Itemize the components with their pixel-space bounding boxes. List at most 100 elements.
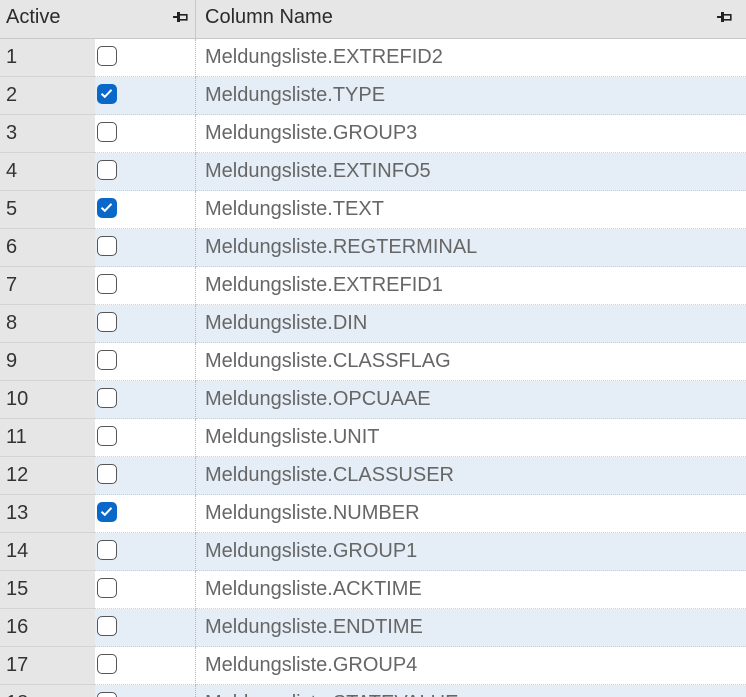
table-row[interactable]: 6 Meldungsliste.REGTERMINAL xyxy=(0,229,746,267)
column-name-cell[interactable]: Meldungsliste.GROUP4 xyxy=(196,647,746,685)
column-name-cell[interactable]: Meldungsliste.GROUP1 xyxy=(196,533,746,571)
checkmark-icon xyxy=(100,203,113,213)
table-row[interactable]: 11 Meldungsliste.UNIT xyxy=(0,419,746,457)
active-cell[interactable] xyxy=(95,457,196,495)
row-number: 5 xyxy=(0,191,95,229)
active-cell[interactable] xyxy=(95,343,196,381)
column-name-cell[interactable]: Meldungsliste.NUMBER xyxy=(196,495,746,533)
table-row[interactable]: 3 Meldungsliste.GROUP3 xyxy=(0,115,746,153)
row-number: 12 xyxy=(0,457,95,495)
active-cell[interactable] xyxy=(95,419,196,457)
active-cell[interactable] xyxy=(95,647,196,685)
active-checkbox[interactable] xyxy=(97,198,117,218)
header-column-name[interactable]: Column Name xyxy=(196,0,746,38)
header-active-label: Active xyxy=(6,6,61,28)
header-column-name-label: Column Name xyxy=(205,6,333,28)
column-name-cell[interactable]: Meldungsliste.TEXT xyxy=(196,191,746,229)
checkmark-icon xyxy=(100,507,113,517)
active-cell[interactable] xyxy=(95,571,196,609)
active-cell[interactable] xyxy=(95,685,196,697)
active-cell[interactable] xyxy=(95,77,196,115)
column-name-cell[interactable]: Meldungsliste.ENDTIME xyxy=(196,609,746,647)
header-active[interactable]: Active xyxy=(0,0,196,38)
row-number: 9 xyxy=(0,343,95,381)
active-checkbox[interactable] xyxy=(97,540,117,560)
column-name-cell[interactable]: Meldungsliste.CLASSUSER xyxy=(196,457,746,495)
active-checkbox[interactable] xyxy=(97,464,117,484)
row-number: 1 xyxy=(0,39,95,77)
column-name-cell[interactable]: Meldungsliste.UNIT xyxy=(196,419,746,457)
row-number: 8 xyxy=(0,305,95,343)
column-name-cell[interactable]: Meldungsliste.DIN xyxy=(196,305,746,343)
active-cell[interactable] xyxy=(95,381,196,419)
table-row[interactable]: 10 Meldungsliste.OPCUAAE xyxy=(0,381,746,419)
column-name-cell[interactable]: Meldungsliste.STATEVALUE xyxy=(196,685,746,697)
active-checkbox[interactable] xyxy=(97,46,117,66)
grid-header: Active Column Name xyxy=(0,0,746,39)
row-number: 2 xyxy=(0,77,95,115)
active-cell[interactable] xyxy=(95,153,196,191)
active-checkbox[interactable] xyxy=(97,692,117,697)
row-number: 11 xyxy=(0,419,95,457)
active-checkbox[interactable] xyxy=(97,426,117,446)
table-row[interactable]: 4 Meldungsliste.EXTINFO5 xyxy=(0,153,746,191)
grid-rows: 1 Meldungsliste.EXTREFID2 2 Meldungsliste.… xyxy=(0,39,746,697)
row-number: 17 xyxy=(0,647,95,685)
active-checkbox[interactable] xyxy=(97,236,117,256)
active-checkbox[interactable] xyxy=(97,578,117,598)
row-number: 13 xyxy=(0,495,95,533)
active-cell[interactable] xyxy=(95,305,196,343)
table-row[interactable]: 7 Meldungsliste.EXTREFID1 xyxy=(0,267,746,305)
table-row[interactable]: 2 Meldungsliste.TYPE xyxy=(0,77,746,115)
checkmark-icon xyxy=(100,89,113,99)
pin-icon[interactable] xyxy=(716,9,734,25)
row-number: 3 xyxy=(0,115,95,153)
row-number: 18 xyxy=(0,685,95,697)
active-checkbox[interactable] xyxy=(97,160,117,180)
active-checkbox[interactable] xyxy=(97,350,117,370)
table-row[interactable]: 15 Meldungsliste.ACKTIME xyxy=(0,571,746,609)
table-row[interactable]: 9 Meldungsliste.CLASSFLAG xyxy=(0,343,746,381)
active-cell[interactable] xyxy=(95,229,196,267)
column-selection-grid: Active Column Name 1 Meldungsliste.EXTREF… xyxy=(0,0,746,697)
table-row[interactable]: 16 Meldungsliste.ENDTIME xyxy=(0,609,746,647)
column-name-cell[interactable]: Meldungsliste.OPCUAAE xyxy=(196,381,746,419)
table-row[interactable]: 1 Meldungsliste.EXTREFID2 xyxy=(0,39,746,77)
active-checkbox[interactable] xyxy=(97,654,117,674)
column-name-cell[interactable]: Meldungsliste.ACKTIME xyxy=(196,571,746,609)
column-name-cell[interactable]: Meldungsliste.EXTREFID1 xyxy=(196,267,746,305)
pin-icon[interactable] xyxy=(172,9,190,25)
column-name-cell[interactable]: Meldungsliste.EXTINFO5 xyxy=(196,153,746,191)
column-name-cell[interactable]: Meldungsliste.GROUP3 xyxy=(196,115,746,153)
active-checkbox[interactable] xyxy=(97,616,117,636)
row-number: 6 xyxy=(0,229,95,267)
active-checkbox[interactable] xyxy=(97,84,117,104)
active-cell[interactable] xyxy=(95,609,196,647)
column-name-cell[interactable]: Meldungsliste.CLASSFLAG xyxy=(196,343,746,381)
table-row[interactable]: 13 Meldungsliste.NUMBER xyxy=(0,495,746,533)
row-number: 10 xyxy=(0,381,95,419)
table-row[interactable]: 12 Meldungsliste.CLASSUSER xyxy=(0,457,746,495)
row-number: 14 xyxy=(0,533,95,571)
active-checkbox[interactable] xyxy=(97,122,117,142)
table-row[interactable]: 18 Meldungsliste.STATEVALUE xyxy=(0,685,746,697)
table-row[interactable]: 5 Meldungsliste.TEXT xyxy=(0,191,746,229)
column-name-cell[interactable]: Meldungsliste.EXTREFID2 xyxy=(196,39,746,77)
active-checkbox[interactable] xyxy=(97,502,117,522)
active-cell[interactable] xyxy=(95,533,196,571)
active-cell[interactable] xyxy=(95,39,196,77)
table-row[interactable]: 8 Meldungsliste.DIN xyxy=(0,305,746,343)
active-cell[interactable] xyxy=(95,267,196,305)
active-cell[interactable] xyxy=(95,191,196,229)
active-cell[interactable] xyxy=(95,495,196,533)
active-cell[interactable] xyxy=(95,115,196,153)
column-name-cell[interactable]: Meldungsliste.REGTERMINAL xyxy=(196,229,746,267)
row-number: 4 xyxy=(0,153,95,191)
column-name-cell[interactable]: Meldungsliste.TYPE xyxy=(196,77,746,115)
active-checkbox[interactable] xyxy=(97,388,117,408)
active-checkbox[interactable] xyxy=(97,312,117,332)
active-checkbox[interactable] xyxy=(97,274,117,294)
row-number: 7 xyxy=(0,267,95,305)
table-row[interactable]: 14 Meldungsliste.GROUP1 xyxy=(0,533,746,571)
table-row[interactable]: 17 Meldungsliste.GROUP4 xyxy=(0,647,746,685)
